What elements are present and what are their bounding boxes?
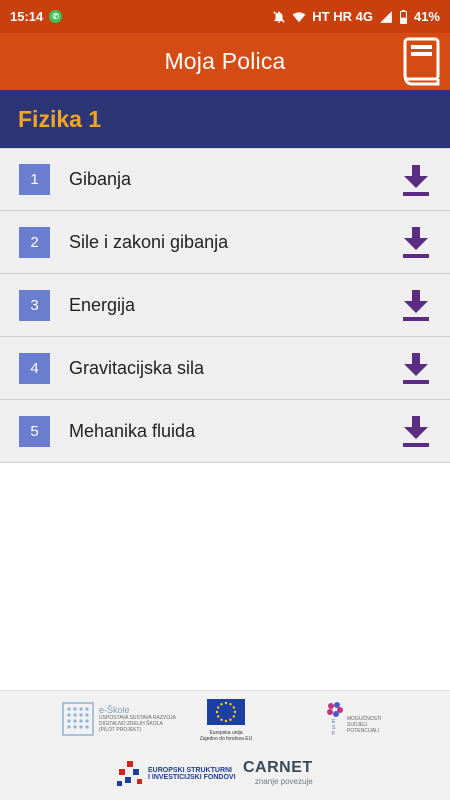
chapter-row[interactable]: 2 Sile i zakoni gibanja: [0, 211, 450, 274]
esf-text-3: POTENCIJALI: [347, 728, 380, 734]
status-right: HT HR 4G 41%: [272, 9, 440, 24]
eskole-title: e-Škole: [99, 705, 130, 715]
esf-flower-icon: E S F: [327, 702, 343, 737]
section-title: Fizika 1: [18, 105, 102, 132]
app-bar: Moja Polica: [0, 33, 450, 90]
footer-logos: e-Škole USPOSTAVA SUSTAVA RAZVOJA DIGITA…: [0, 690, 450, 800]
download-icon[interactable]: [402, 163, 430, 197]
chapter-row[interactable]: 4 Gravitacijska sila: [0, 337, 450, 400]
chapter-number-badge: 4: [19, 352, 50, 384]
status-bar: 15:14 ✆ HT HR 4G 41%: [0, 0, 450, 33]
section-header: Fizika 1: [0, 90, 450, 148]
carnet-name: CARNET: [243, 759, 313, 776]
download-icon[interactable]: [402, 288, 430, 322]
chapter-title: Gibanja: [69, 169, 132, 189]
status-left: 15:14 ✆: [10, 9, 63, 24]
eu-logo: Europska unija Zajedno do fondova EU: [198, 699, 254, 742]
chapter-title: Gravitacijska sila: [69, 357, 205, 378]
carnet-logo: CARNET znanje povezuje: [243, 759, 313, 786]
download-icon[interactable]: [402, 225, 430, 259]
download-icon[interactable]: [402, 414, 430, 448]
eskole-grid-icon: [62, 702, 94, 736]
chapter-row[interactable]: 5 Mehanika fluida: [0, 400, 450, 463]
app-title: Moja Polica: [164, 48, 286, 74]
whatsapp-notification-icon: ✆: [49, 10, 63, 23]
esi-line-1: EUROPSKI STRUKTURNI: [148, 767, 233, 774]
chapter-number-badge: 2: [19, 226, 50, 258]
eskole-logo: e-Škole USPOSTAVA SUSTAVA RAZVOJA DIGITA…: [62, 702, 176, 736]
esi-line-2: I INVESTICIJSKI FONDOVI: [148, 774, 236, 781]
chapter-title: Mehanika fluida: [69, 420, 196, 441]
chapter-list: 1 Gibanja 2 Sile i zakoni gibanja 3 Ener…: [0, 148, 450, 463]
esi-cubes-icon: [117, 761, 142, 786]
download-icon[interactable]: [402, 351, 430, 385]
chapter-row[interactable]: 1 Gibanja: [0, 148, 450, 211]
eskole-subtitle-3: (PILOT PROJEKT): [99, 727, 142, 733]
chapter-number-badge: 5: [19, 415, 50, 447]
chapter-number-badge: 1: [19, 164, 50, 195]
battery-icon: [400, 9, 407, 24]
wifi-icon: [292, 11, 306, 22]
book-icon[interactable]: [402, 36, 442, 87]
network-label: HT HR 4G: [312, 9, 373, 24]
esf-logo: E S F MOGUĆNOSTI SUDJELI POTENCIJALI: [323, 699, 381, 739]
chapter-title: Energija: [69, 294, 136, 315]
chapter-title: Sile i zakoni gibanja: [69, 231, 229, 252]
esi-funds-logo: EUROPSKI STRUKTURNI I INVESTICIJSKI FOND…: [115, 759, 236, 789]
status-time: 15:14: [10, 9, 44, 24]
battery-percent: 41%: [413, 9, 440, 24]
eu-line-2: Zajedno do fondova EU: [199, 736, 253, 742]
svg-text:F: F: [332, 731, 335, 737]
signal-icon: [380, 10, 392, 23]
mute-icon: [273, 10, 286, 23]
eu-flag-icon: [207, 699, 245, 725]
chapter-row[interactable]: 3 Energija: [0, 274, 450, 337]
carnet-tagline: znanje povezuje: [254, 777, 313, 786]
chapter-number-badge: 3: [19, 289, 50, 321]
